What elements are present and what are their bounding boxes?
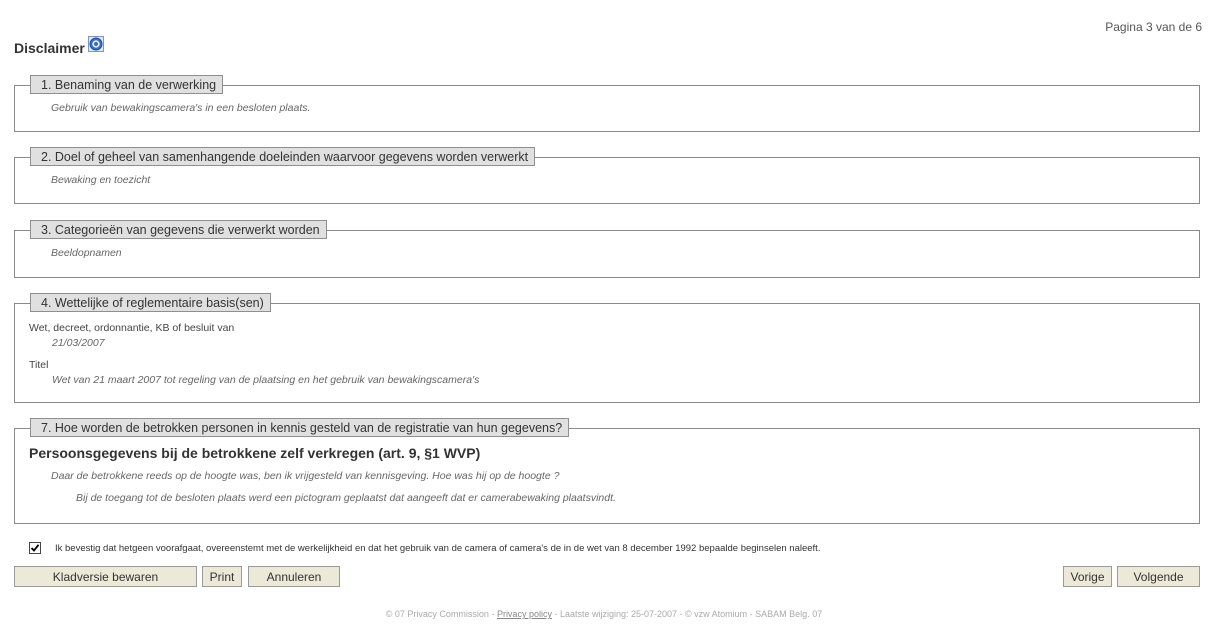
section-legend: 3. Categorieën van gegevens die verwerkt… bbox=[30, 220, 327, 239]
section-line: Bij de toegang tot de besloten plaats we… bbox=[76, 492, 616, 504]
section-benaming: 1. Benaming van de verwerking Gebruik va… bbox=[14, 75, 1200, 132]
next-button[interactable]: Volgende bbox=[1117, 566, 1200, 587]
cancel-button[interactable]: Annuleren bbox=[248, 566, 340, 587]
page-title-row: Disclaimer bbox=[14, 36, 104, 56]
section-doel: 2. Doel of geheel van samenhangende doel… bbox=[14, 147, 1200, 204]
section-heading: Persoonsgegevens bij de betrokkene zelf … bbox=[29, 445, 481, 461]
field-label-titel: Titel bbox=[29, 359, 49, 371]
page: Pagina 3 van de 6 Disclaimer 1. Benaming… bbox=[0, 0, 1208, 629]
section-legend: 4. Wettelijke of reglementaire basis(sen… bbox=[30, 293, 271, 312]
footer-modified: - Laatste wijziging: 25-07-2007 - © vzw … bbox=[551, 609, 823, 619]
section-legend: 2. Doel of geheel van samenhangende doel… bbox=[30, 147, 536, 166]
section-text: Gebruik van bewakingscamera's in een bes… bbox=[51, 102, 311, 114]
section-kennisgeving: 7. Hoe worden de betrokken personen in k… bbox=[14, 418, 1200, 524]
confirm-row: Ik bevestig dat hetgeen voorafgaat, over… bbox=[29, 542, 820, 554]
section-text: Bewaking en toezicht bbox=[51, 174, 151, 186]
privacy-policy-link[interactable]: Privacy policy bbox=[497, 609, 552, 619]
field-value-wet: 21/03/2007 bbox=[52, 337, 105, 349]
section-wettelijke-basis: 4. Wettelijke of reglementaire basis(sen… bbox=[14, 293, 1200, 403]
section-categorieen: 3. Categorieën van gegevens die verwerkt… bbox=[14, 220, 1200, 278]
save-draft-button[interactable]: Kladversie bewaren bbox=[14, 566, 197, 587]
section-legend: 1. Benaming van de verwerking bbox=[30, 75, 224, 94]
section-text: Beeldopnamen bbox=[51, 247, 122, 259]
print-button[interactable]: Print bbox=[202, 566, 242, 587]
checkmark-icon bbox=[30, 544, 40, 552]
section-line: Daar de betrokkene reeds op de hoogte wa… bbox=[51, 470, 560, 482]
page-title: Disclaimer bbox=[14, 40, 85, 56]
footer: © 07 Privacy Commission - Privacy policy… bbox=[0, 609, 1208, 619]
page-indicator: Pagina 3 van de 6 bbox=[1105, 20, 1202, 34]
section-legend: 7. Hoe worden de betrokken personen in k… bbox=[30, 418, 570, 437]
field-value-titel: Wet van 21 maart 2007 tot regeling van d… bbox=[52, 374, 480, 386]
field-label-wet: Wet, decreet, ordonnantie, KB of besluit… bbox=[29, 322, 235, 334]
previous-button[interactable]: Vorige bbox=[1063, 566, 1112, 587]
help-icon[interactable] bbox=[87, 36, 104, 52]
footer-copyright: © 07 Privacy Commission - bbox=[385, 609, 497, 619]
confirm-text: Ik bevestig dat hetgeen voorafgaat, over… bbox=[55, 542, 821, 554]
confirm-checkbox[interactable] bbox=[29, 542, 41, 554]
